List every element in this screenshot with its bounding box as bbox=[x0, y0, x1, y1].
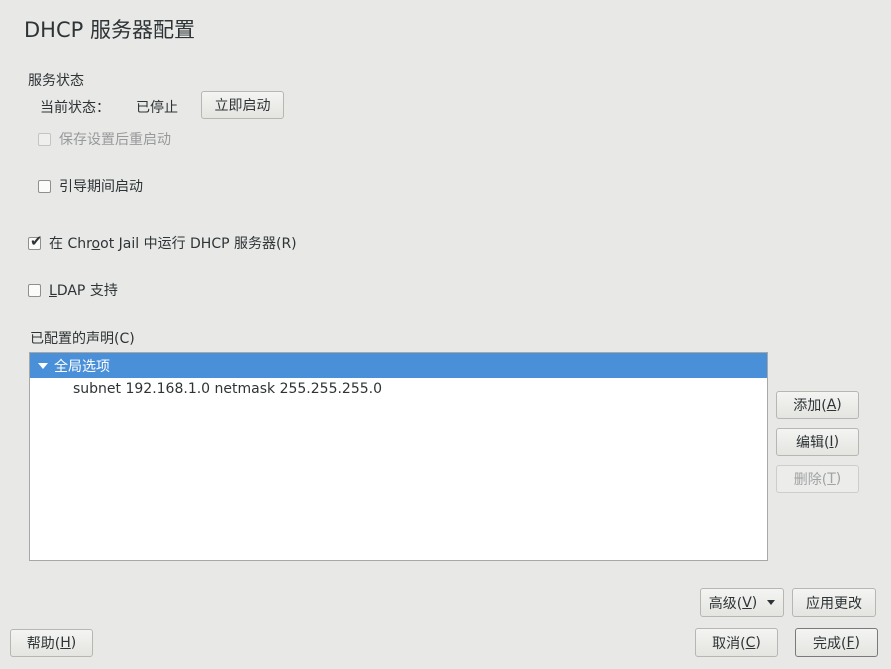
finish-button[interactable]: 完成(F) bbox=[795, 628, 878, 657]
check-icon: ✔ bbox=[30, 231, 43, 250]
checkbox-box bbox=[38, 132, 51, 146]
chroot-jail-label: 在 Chroot Jail 中运行 DHCP 服务器(R) bbox=[49, 236, 297, 252]
declarations-label: 已配置的声明(C) bbox=[30, 331, 135, 347]
tree-item-label: subnet 192.168.1.0 netmask 255.255.255.0 bbox=[73, 381, 383, 397]
restart-after-save-checkbox: 保存设置后重启动 bbox=[38, 129, 171, 149]
triangle-down-icon[interactable] bbox=[38, 362, 48, 369]
page-title: DHCP 服务器配置 bbox=[24, 18, 195, 42]
tree-root-label: 全局选项 bbox=[54, 358, 110, 375]
chroot-jail-checkbox[interactable]: ✔ 在 Chroot Jail 中运行 DHCP 服务器(R) bbox=[28, 233, 297, 253]
edit-button[interactable]: 编辑(I) bbox=[776, 428, 859, 456]
dropdown-arrow-icon bbox=[767, 600, 776, 605]
add-button[interactable]: 添加(A) bbox=[776, 391, 859, 419]
current-status-label: 当前状态： bbox=[40, 100, 110, 116]
declarations-tree[interactable]: 全局选项 subnet 192.168.1.0 netmask 255.255.… bbox=[29, 352, 768, 561]
help-button[interactable]: 帮助(H) bbox=[10, 629, 93, 657]
start-now-button[interactable]: 立即启动 bbox=[201, 91, 284, 119]
ldap-support-checkbox[interactable]: LDAP 支持 bbox=[28, 280, 118, 300]
start-on-boot-label: 引导期间启动 bbox=[59, 179, 143, 195]
current-status-value: 已停止 bbox=[136, 100, 178, 116]
apply-changes-button[interactable]: 应用更改 bbox=[792, 588, 876, 617]
checkbox-box[interactable] bbox=[28, 283, 41, 297]
tree-item-subnet[interactable]: subnet 192.168.1.0 netmask 255.255.255.0 bbox=[30, 378, 767, 400]
checkbox-box[interactable] bbox=[38, 179, 51, 193]
service-status-heading: 服务状态 bbox=[28, 73, 84, 89]
tree-root-global-options[interactable]: 全局选项 bbox=[30, 353, 767, 378]
cancel-button[interactable]: 取消(C) bbox=[695, 628, 778, 657]
advanced-dropdown-button[interactable]: 高级(V) bbox=[700, 588, 784, 617]
delete-button: 删除(T) bbox=[776, 465, 859, 493]
checkbox-box[interactable]: ✔ bbox=[28, 231, 43, 250]
start-on-boot-checkbox[interactable]: 引导期间启动 bbox=[38, 176, 143, 196]
restart-after-save-label: 保存设置后重启动 bbox=[59, 132, 171, 148]
ldap-support-label: LDAP 支持 bbox=[49, 283, 118, 299]
